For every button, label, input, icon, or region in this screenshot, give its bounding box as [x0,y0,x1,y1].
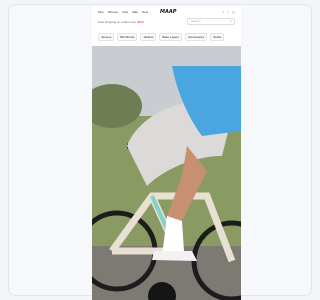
website-screenshot: Men Women Kids Sale New MAAP ⌕ ○ ▢ Free … [92,6,241,300]
category-chip[interactable]: Accessories [185,33,208,41]
nav-link-men[interactable]: Men [98,10,104,14]
site-header: Men Women Kids Sale New MAAP ⌕ ○ ▢ Free … [92,6,241,46]
primary-nav: Men Women Kids Sale New [98,10,148,14]
header-icons: ⌕ ○ ▢ [223,10,235,14]
category-chip[interactable]: Socks [210,33,225,41]
category-chip[interactable]: Base Layers [159,33,183,41]
brand-logo[interactable]: MAAP [160,9,176,15]
promo-text: Free shipping on orders over [98,20,137,24]
search-input[interactable]: Search ⌕ [187,18,235,25]
category-bar: Jerseys Bib Shorts Jackets Base Layers A… [98,33,225,41]
promo-highlight: $100 [137,20,144,24]
category-chip[interactable]: Bib Shorts [117,33,138,41]
category-chip[interactable]: Jackets [140,33,157,41]
search-placeholder: Search [191,19,201,23]
account-icon[interactable]: ○ [227,10,229,14]
nav-link-kids[interactable]: Kids [122,10,128,14]
search-submit-icon[interactable]: ⌕ [230,19,232,24]
nav-link-sale[interactable]: Sale [132,10,138,14]
nav-link-new[interactable]: New [142,10,148,14]
cart-icon[interactable]: ▢ [232,10,235,14]
search-icon[interactable]: ⌕ [223,10,225,14]
category-chip[interactable]: Jerseys [98,33,115,41]
nav-link-women[interactable]: Women [108,10,118,14]
cyclist-photo [92,46,241,300]
promo-banner: Free shipping on orders over $100 [98,20,144,24]
hero-image[interactable] [92,46,241,300]
